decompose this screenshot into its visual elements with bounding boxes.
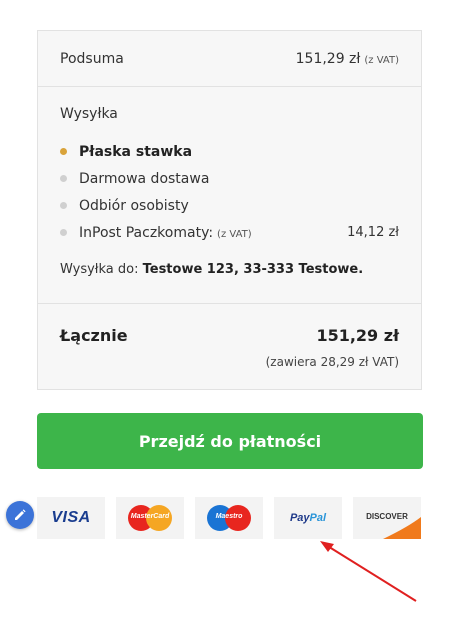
ship-to-label: Wysyłka do: <box>60 262 139 277</box>
order-summary: Podsuma 151,29 zł (z VAT) Wysyłka Płaska … <box>37 30 422 390</box>
paypal-logo-text: PayPal <box>289 512 327 524</box>
annotation-arrow-icon <box>320 541 417 602</box>
visa-logo-text: VISA <box>51 509 91 526</box>
maestro-card-icon: Maestro <box>195 497 263 539</box>
maestro-logo: Maestro <box>207 505 251 531</box>
total-row: Łącznie 151,29 zł <box>60 326 399 345</box>
radio-bullet-icon[interactable] <box>60 202 67 209</box>
mastercard-logo: MasterCard <box>128 505 172 531</box>
shipping-option-flat-rate[interactable]: Płaska stawka <box>60 138 399 165</box>
discover-card-icon: DISCOVER <box>353 497 421 539</box>
total-vat-note: (zawiera 28,29 zł VAT) <box>265 355 399 369</box>
subtotal-label: Podsuma <box>60 51 124 67</box>
subtotal-vat: (z VAT) <box>364 55 399 66</box>
shipping-option-label: Odbiór osobisty <box>79 197 189 214</box>
shipping-options: Płaska stawka Darmowa dostawa Odbiór oso… <box>60 138 399 246</box>
pencil-icon <box>15 509 26 520</box>
shipping-option-inpost[interactable]: InPost Paczkomaty: (z VAT) 14,12 zł <box>60 219 399 246</box>
divider <box>38 303 421 304</box>
discover-logo-text: DISCOVER <box>366 511 408 521</box>
shipping-option-label: InPost Paczkomaty: (z VAT) <box>79 225 347 241</box>
ship-to-address: Testowe 123, 33-333 Testowe. <box>142 262 364 277</box>
radio-bullet-icon[interactable] <box>60 229 67 236</box>
visa-card-icon: VISA <box>37 497 105 539</box>
mastercard-logo-text: MasterCard <box>130 513 170 520</box>
shipping-option-free[interactable]: Darmowa dostawa <box>60 165 399 192</box>
shipping-option-pickup[interactable]: Odbiór osobisty <box>60 192 399 219</box>
total-section: Łącznie 151,29 zł (zawiera 28,29 zł VAT) <box>60 326 399 369</box>
total-label: Łącznie <box>60 326 128 345</box>
proceed-to-payment-button[interactable]: Przejdź do płatności <box>37 413 423 469</box>
payment-methods: VISA MasterCard Maestro PayPal DISCOVER <box>37 497 421 539</box>
shipping-option-label: Darmowa dostawa <box>79 170 210 187</box>
subtotal-value: 151,29 zł <box>295 51 361 67</box>
ship-to-line: Wysyłka do: Testowe 123, 33-333 Testowe. <box>60 262 363 277</box>
divider <box>38 86 421 87</box>
radio-bullet-icon[interactable] <box>60 148 67 155</box>
maestro-logo-text: Maestro <box>215 513 243 520</box>
inpost-label: InPost Paczkomaty: <box>79 224 214 241</box>
subtotal-row: Podsuma 151,29 zł (z VAT) <box>60 51 399 67</box>
shipping-title: Wysyłka <box>60 106 118 122</box>
inpost-vat: (z VAT) <box>217 228 252 240</box>
mastercard-card-icon: MasterCard <box>116 497 184 539</box>
subtotal-amount: 151,29 zł (z VAT) <box>296 51 399 67</box>
inpost-price: 14,12 zł <box>347 225 399 240</box>
radio-bullet-icon[interactable] <box>60 175 67 182</box>
edit-button[interactable] <box>6 501 34 529</box>
shipping-option-label: Płaska stawka <box>79 143 193 160</box>
paypal-card-icon: PayPal <box>274 497 342 539</box>
total-value: 151,29 zł <box>316 326 399 345</box>
